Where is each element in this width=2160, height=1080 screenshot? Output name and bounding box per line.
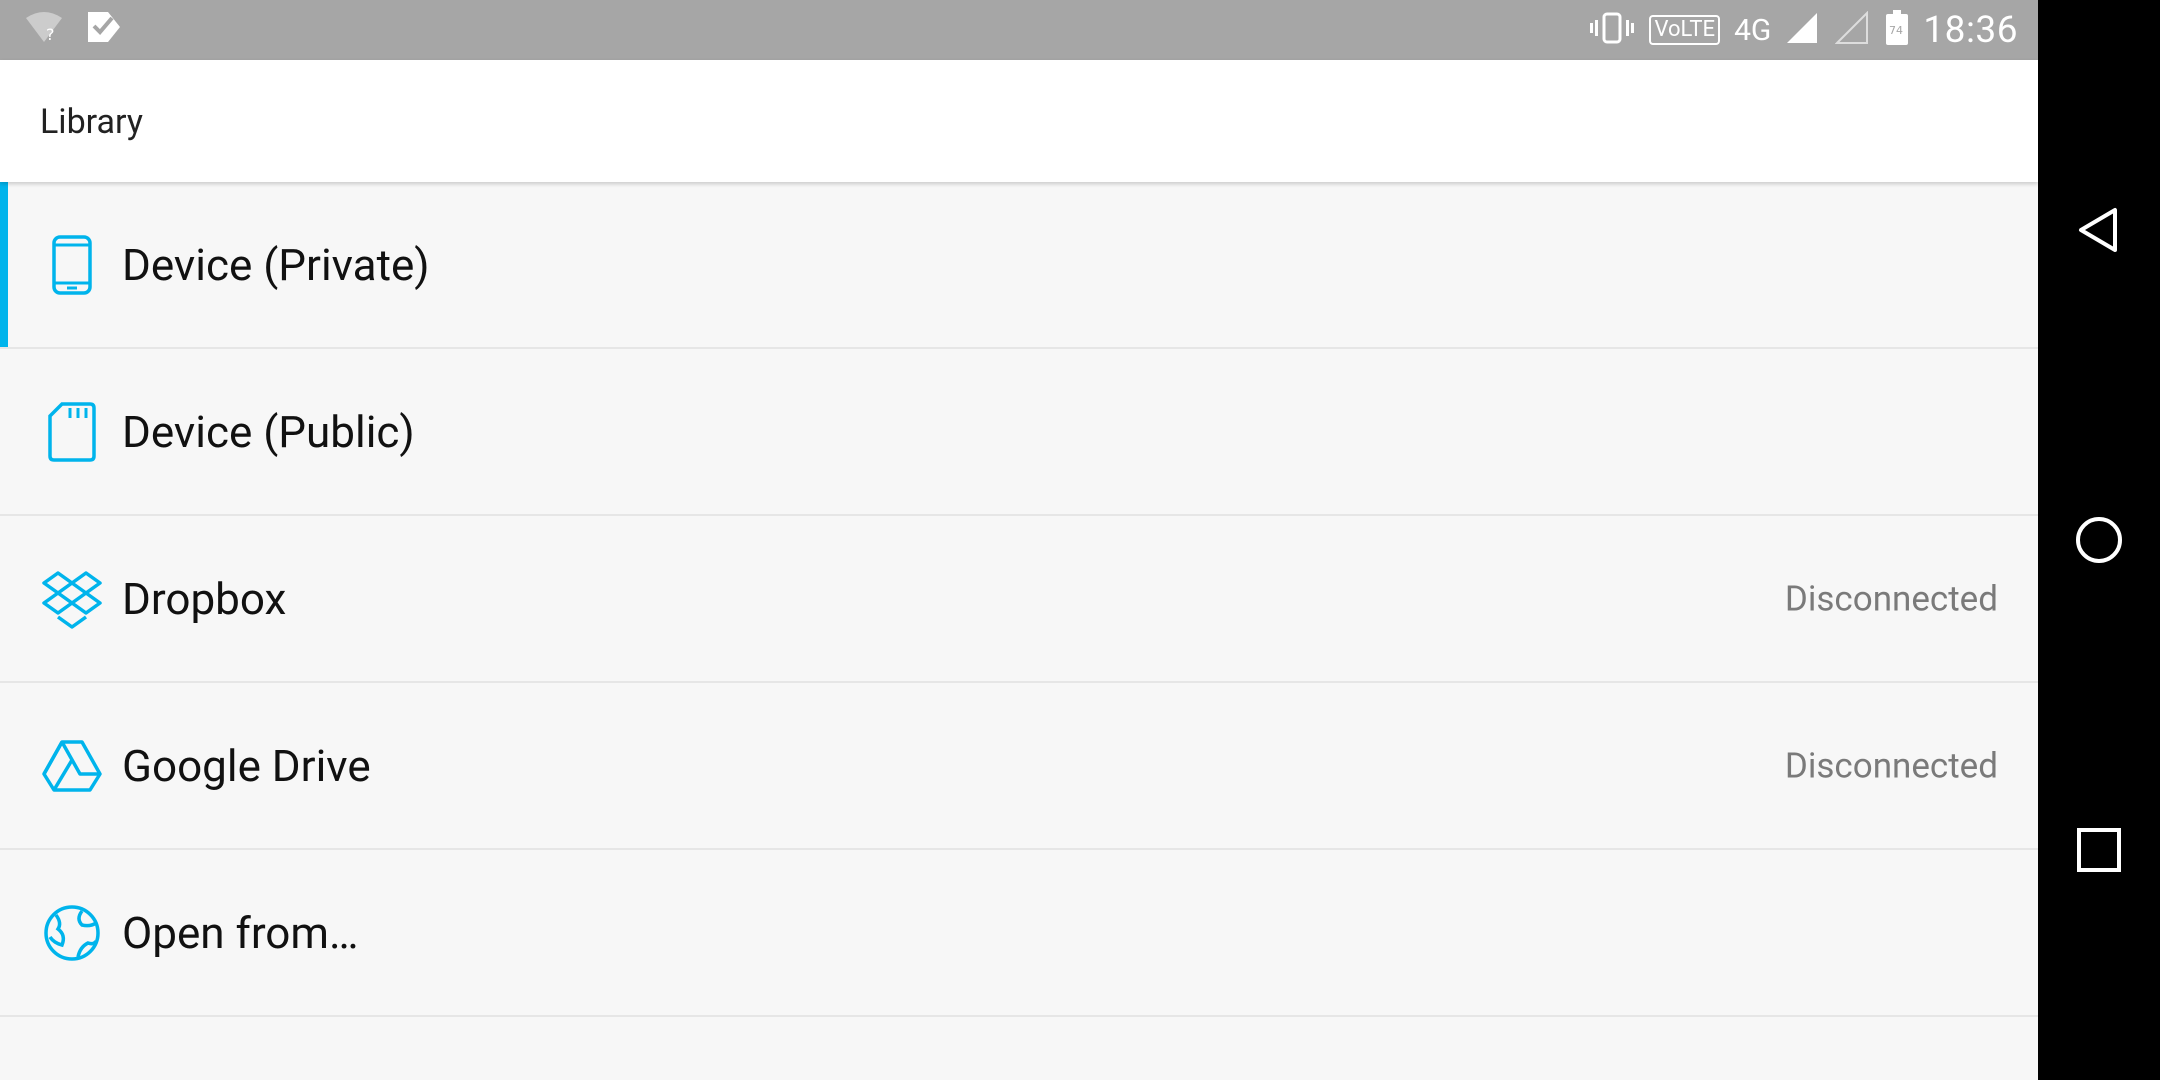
back-button[interactable] [2075, 206, 2123, 254]
status-bar: ? VoLTE 4G 74 18:36 [0, 0, 2038, 60]
network-type: 4G [1734, 12, 1772, 48]
signal-empty-icon [1834, 10, 1871, 49]
connection-status: Disconnected [1784, 745, 1998, 786]
google-drive-icon [40, 734, 104, 798]
list-item-label: Device (Private) [122, 238, 430, 291]
volte-badge: VoLTE [1649, 15, 1721, 45]
clock: 18:36 [1923, 8, 2018, 52]
svg-text:?: ? [46, 25, 55, 44]
vibrate-icon [1589, 11, 1635, 49]
play-store-icon [86, 10, 122, 48]
list-item-google-drive[interactable]: Google Drive Disconnected [0, 683, 2038, 850]
list-item-open-from[interactable]: Open from… [0, 850, 2038, 1017]
navigation-bar [2038, 0, 2160, 1080]
list-item-label: Google Drive [122, 739, 371, 792]
back-icon [2079, 208, 2117, 252]
app-bar: Library [0, 60, 2038, 182]
list-item-device-private[interactable]: Device (Private) [0, 182, 2038, 349]
library-list: Device (Private) Device (Public) Dropbox… [0, 182, 2038, 1017]
list-item-dropbox[interactable]: Dropbox Disconnected [0, 516, 2038, 683]
home-button[interactable] [2075, 516, 2123, 564]
globe-icon [40, 901, 104, 965]
list-item-label: Open from… [122, 906, 359, 959]
page-title: Library [40, 102, 143, 142]
list-item-label: Device (Public) [122, 405, 415, 458]
recents-icon [2077, 828, 2121, 872]
home-icon [2076, 517, 2122, 563]
phone-icon [40, 233, 104, 297]
recents-button[interactable] [2075, 826, 2123, 874]
signal-icon [1785, 11, 1821, 49]
list-item-label: Dropbox [122, 572, 287, 625]
svg-text:74: 74 [1889, 24, 1903, 37]
wifi-unknown-icon: ? [24, 10, 64, 48]
battery-icon: 74 [1885, 10, 1909, 50]
dropbox-icon [40, 567, 104, 631]
sd-card-icon [40, 400, 104, 464]
connection-status: Disconnected [1784, 578, 1998, 619]
list-item-device-public[interactable]: Device (Public) [0, 349, 2038, 516]
